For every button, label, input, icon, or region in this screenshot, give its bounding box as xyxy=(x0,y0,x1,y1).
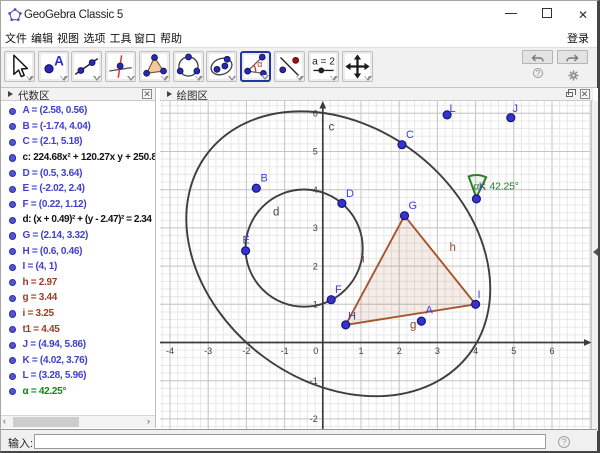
svg-text:α: α xyxy=(473,180,479,192)
svg-text:-2: -2 xyxy=(242,346,250,356)
svg-text:2: 2 xyxy=(396,346,401,356)
svg-text:-4: -4 xyxy=(165,346,173,356)
svg-text:c: c xyxy=(328,122,334,134)
svg-text:C: C xyxy=(406,129,414,141)
svg-text:g: g xyxy=(410,320,416,332)
svg-text:a = 2: a = 2 xyxy=(312,56,335,67)
svg-text:B: B xyxy=(260,173,267,185)
svg-text:i: i xyxy=(362,254,365,266)
svg-text:A: A xyxy=(54,53,64,68)
svg-text:G: G xyxy=(408,200,417,212)
svg-text:A: A xyxy=(425,305,433,317)
svg-text:6: 6 xyxy=(312,109,317,119)
svg-text:-3: -3 xyxy=(204,346,212,356)
svg-text:I: I xyxy=(477,289,480,301)
svg-text:L: L xyxy=(449,103,455,115)
svg-text:D: D xyxy=(346,188,354,200)
svg-text:J: J xyxy=(512,103,518,115)
svg-text:=: = xyxy=(479,180,485,192)
svg-text:-2: -2 xyxy=(309,414,317,424)
svg-text:α: α xyxy=(257,59,262,69)
svg-text:E: E xyxy=(242,235,249,247)
svg-text:2: 2 xyxy=(312,261,317,271)
svg-text:6: 6 xyxy=(549,346,554,356)
svg-text:5: 5 xyxy=(312,147,317,157)
svg-text:1: 1 xyxy=(358,346,363,356)
svg-text:5: 5 xyxy=(511,346,516,356)
svg-text:d: d xyxy=(273,207,279,219)
svg-text:3: 3 xyxy=(312,223,317,233)
svg-text:0: 0 xyxy=(313,346,318,356)
svg-text:-1: -1 xyxy=(280,346,288,356)
svg-text:42.25°: 42.25° xyxy=(489,180,518,192)
svg-text:H: H xyxy=(348,311,356,323)
svg-text:3: 3 xyxy=(434,346,439,356)
svg-text:h: h xyxy=(449,242,455,254)
svg-text:F: F xyxy=(335,284,342,296)
